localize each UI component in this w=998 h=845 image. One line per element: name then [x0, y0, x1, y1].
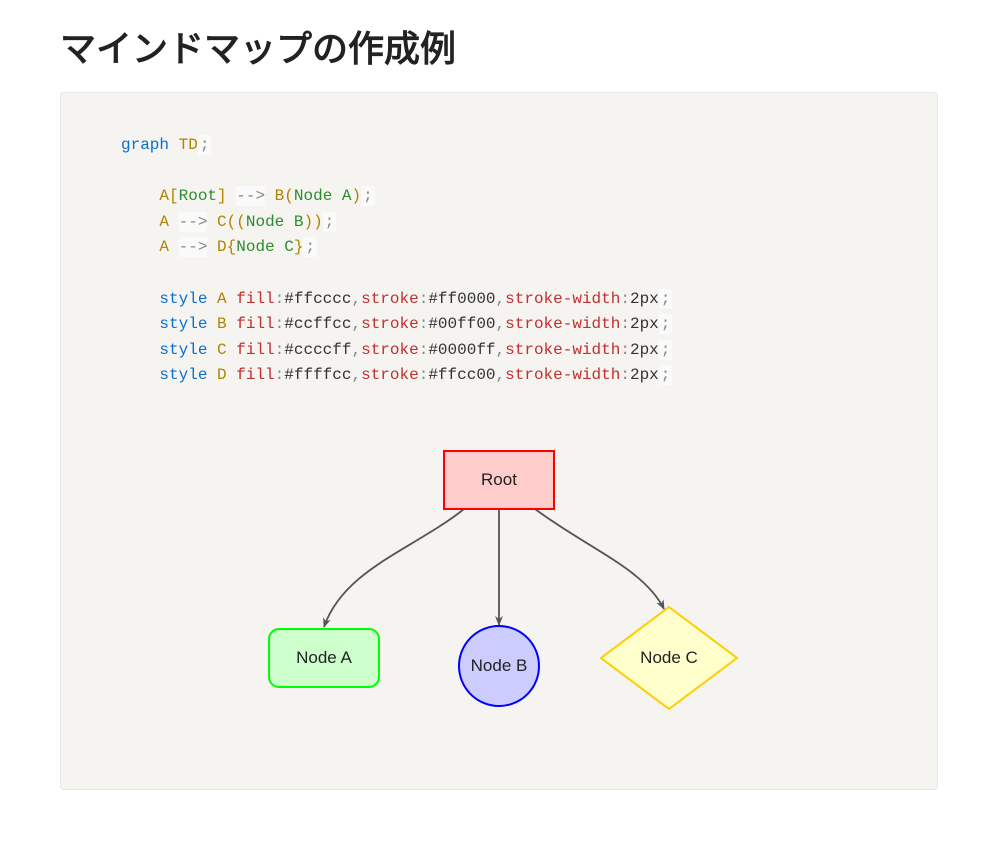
code-comma: , — [351, 290, 361, 308]
code-val: #ffcccc — [284, 290, 351, 308]
code-arrow: --> — [179, 237, 208, 257]
code-comma: , — [496, 341, 506, 359]
code-semi: ; — [361, 186, 375, 206]
node-b: Node B — [459, 626, 539, 706]
code-comma: , — [351, 366, 361, 384]
code-colon: : — [275, 315, 285, 333]
code-arg: TD — [179, 136, 198, 154]
node-c-label: Node C — [640, 648, 698, 667]
code-val: 2px — [630, 366, 659, 384]
code-text: Node A — [294, 187, 352, 205]
code-bracket: ] — [217, 187, 227, 205]
code-id: A — [159, 238, 169, 256]
code-comma: , — [351, 315, 361, 333]
code-colon: : — [419, 315, 429, 333]
code-prop: stroke-width — [505, 315, 620, 333]
code-id: D — [217, 238, 227, 256]
code-semi: ; — [659, 365, 673, 385]
code-colon: : — [275, 341, 285, 359]
code-id: B — [275, 187, 285, 205]
code-prop: fill — [236, 315, 274, 333]
code-keyword: style — [159, 366, 207, 384]
code-comma: , — [496, 366, 506, 384]
code-val: #ffcc00 — [428, 366, 495, 384]
code-keyword: style — [159, 315, 207, 333]
code-id: C — [217, 213, 227, 231]
code-arrow: --> — [236, 186, 265, 206]
code-val: #ff0000 — [428, 290, 495, 308]
code-id: A — [217, 290, 227, 308]
code-keyword: graph — [121, 136, 169, 154]
code-semi: ; — [659, 289, 673, 309]
code-semi: ; — [659, 314, 673, 334]
code-bracket: [ — [169, 187, 179, 205]
mermaid-diagram: Root Node A Node B Node C — [239, 429, 759, 749]
code-colon: : — [275, 366, 285, 384]
code-colon: : — [275, 290, 285, 308]
code-id: B — [217, 315, 227, 333]
code-comma: , — [496, 315, 506, 333]
node-c: Node C — [601, 607, 737, 709]
code-val: #ccffcc — [284, 315, 351, 333]
code-prop: stroke — [361, 315, 419, 333]
code-colon: : — [419, 341, 429, 359]
node-b-label: Node B — [471, 656, 528, 675]
code-val: 2px — [630, 290, 659, 308]
code-val: 2px — [630, 315, 659, 333]
code-prop: stroke — [361, 341, 419, 359]
code-text: Node B — [246, 213, 304, 231]
code-prop: stroke-width — [505, 290, 620, 308]
code-prop: fill — [236, 290, 274, 308]
code-colon: : — [620, 290, 630, 308]
edge-a-b — [324, 509, 464, 627]
node-a-label: Node A — [296, 648, 352, 667]
page-title: マインドマップの作成例 — [60, 20, 938, 72]
code-text: Node C — [236, 238, 294, 256]
code-brace: { — [227, 238, 237, 256]
node-root-label: Root — [481, 470, 517, 489]
code-val: #ffffcc — [284, 366, 351, 384]
code-val: #0000ff — [428, 341, 495, 359]
code-val: #00ff00 — [428, 315, 495, 333]
code-paren: ( — [284, 187, 294, 205]
code-paren: (( — [227, 213, 246, 231]
code-prop: stroke — [361, 290, 419, 308]
code-colon: : — [419, 290, 429, 308]
content-panel: graph TD; A[Root] --> B(Node A); A --> C… — [60, 92, 938, 790]
code-id: D — [217, 366, 227, 384]
code-keyword: style — [159, 341, 207, 359]
code-id: C — [217, 341, 227, 359]
node-a: Node A — [269, 629, 379, 687]
code-semi: ; — [198, 135, 212, 155]
code-semi: ; — [659, 340, 673, 360]
code-block: graph TD; A[Root] --> B(Node A); A --> C… — [121, 133, 877, 389]
code-id: A — [159, 213, 169, 231]
code-paren: )) — [303, 213, 322, 231]
diagram-container: Root Node A Node B Node C — [121, 429, 877, 749]
code-colon: : — [620, 315, 630, 333]
code-comma: , — [496, 290, 506, 308]
code-prop: stroke-width — [505, 341, 620, 359]
code-paren: ) — [352, 187, 362, 205]
code-semi: ; — [303, 237, 317, 257]
code-comma: , — [351, 341, 361, 359]
code-val: 2px — [630, 341, 659, 359]
code-prop: stroke — [361, 366, 419, 384]
code-keyword: style — [159, 290, 207, 308]
code-prop: fill — [236, 366, 274, 384]
code-colon: : — [419, 366, 429, 384]
edge-a-d — [535, 509, 664, 609]
code-prop: stroke-width — [505, 366, 620, 384]
code-colon: : — [620, 366, 630, 384]
code-text: Root — [179, 187, 217, 205]
code-val: #ccccff — [284, 341, 351, 359]
code-id: A — [159, 187, 169, 205]
code-arrow: --> — [179, 212, 208, 232]
node-root: Root — [444, 451, 554, 509]
code-colon: : — [620, 341, 630, 359]
code-prop: fill — [236, 341, 274, 359]
code-semi: ; — [323, 212, 337, 232]
